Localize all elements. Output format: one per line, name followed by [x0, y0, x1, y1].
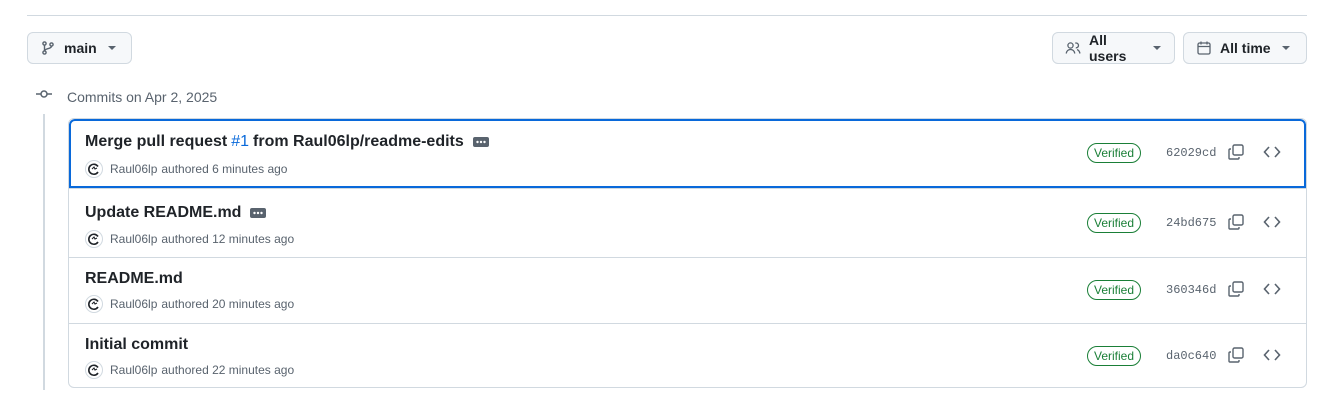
- time-filter-label: All time: [1220, 40, 1271, 56]
- commit-row[interactable]: Update README.md Raul06lp authored 12 mi…: [69, 188, 1306, 257]
- commit-time: authored 6 minutes ago: [161, 162, 288, 176]
- code-icon[interactable]: [1263, 213, 1281, 231]
- author-link[interactable]: Raul06lp: [110, 297, 157, 311]
- author-link[interactable]: Raul06lp: [110, 363, 157, 377]
- commit-group-title: Commits on Apr 2, 2025: [67, 88, 218, 105]
- time-filter-button[interactable]: All time: [1183, 32, 1307, 64]
- commit-time: authored 20 minutes ago: [161, 297, 295, 311]
- avatar[interactable]: [85, 160, 103, 178]
- commit-sha-link[interactable]: 24bd675: [1166, 216, 1216, 230]
- verified-badge[interactable]: Verified: [1087, 143, 1142, 163]
- commit-time: authored 22 minutes ago: [161, 363, 295, 377]
- copy-icon[interactable]: [1227, 280, 1245, 298]
- commit-row[interactable]: README.md Raul06lp authored 20 minutes a…: [69, 257, 1306, 323]
- avatar[interactable]: [85, 230, 103, 248]
- commit-group-header: Commits on Apr 2, 2025: [36, 86, 217, 107]
- commit-meta: Raul06lp authored 20 minutes ago: [85, 295, 294, 313]
- avatar[interactable]: [85, 361, 103, 379]
- copy-icon[interactable]: [1227, 346, 1245, 364]
- git-branch-icon: [40, 40, 56, 56]
- branch-selector-button[interactable]: main: [27, 32, 132, 64]
- commit-meta: Raul06lp authored 12 minutes ago: [85, 230, 294, 248]
- ellipsis-expand-button[interactable]: [472, 137, 489, 147]
- code-icon[interactable]: [1263, 346, 1281, 364]
- avatar[interactable]: [85, 295, 103, 313]
- verified-badge[interactable]: Verified: [1087, 213, 1142, 233]
- commit-title[interactable]: Initial commit: [85, 336, 188, 354]
- commit-title[interactable]: README.md: [85, 270, 183, 288]
- commit-row[interactable]: Initial commit Raul06lp authored 22 minu…: [69, 323, 1306, 387]
- author-link[interactable]: Raul06lp: [110, 162, 157, 176]
- commit-sha-link[interactable]: 62029cd: [1166, 146, 1216, 160]
- commit-list: Merge pull request #1 from Raul06lp/read…: [68, 118, 1307, 388]
- chevron-down-icon: [107, 45, 117, 51]
- verified-badge[interactable]: Verified: [1087, 346, 1142, 366]
- chevron-down-icon: [1281, 45, 1291, 51]
- users-filter-button[interactable]: All users: [1052, 32, 1175, 64]
- commit-title-text[interactable]: from Raul06lp/readme-edits: [253, 133, 464, 151]
- commit-row[interactable]: Merge pull request #1 from Raul06lp/read…: [69, 119, 1306, 188]
- commit-title-text[interactable]: Merge pull request: [85, 133, 227, 151]
- chevron-down-icon: [1152, 45, 1162, 51]
- author-link[interactable]: Raul06lp: [110, 232, 157, 246]
- commit-time: authored 12 minutes ago: [161, 232, 295, 246]
- people-icon: [1065, 40, 1081, 56]
- git-commit-icon: [36, 86, 52, 107]
- commit-title-text[interactable]: Update README.md: [85, 204, 241, 222]
- timeline-line: [43, 114, 45, 390]
- pull-request-link[interactable]: #1: [231, 133, 249, 151]
- commit-title[interactable]: Merge pull request #1 from Raul06lp/read…: [85, 133, 489, 151]
- ellipsis-expand-button[interactable]: [250, 208, 267, 218]
- copy-icon[interactable]: [1227, 213, 1245, 231]
- commit-meta: Raul06lp authored 22 minutes ago: [85, 361, 294, 379]
- top-divider: [27, 15, 1307, 16]
- code-icon[interactable]: [1263, 143, 1281, 161]
- commit-sha-link[interactable]: 360346d: [1166, 283, 1216, 297]
- commit-title-text[interactable]: Initial commit: [85, 336, 188, 354]
- commit-title-text[interactable]: README.md: [85, 270, 183, 288]
- commit-sha-link[interactable]: da0c640: [1166, 349, 1216, 363]
- code-icon[interactable]: [1263, 280, 1281, 298]
- calendar-icon: [1196, 40, 1212, 56]
- verified-badge[interactable]: Verified: [1087, 280, 1142, 300]
- branch-selector-label: main: [64, 40, 97, 56]
- commit-meta: Raul06lp authored 6 minutes ago: [85, 160, 287, 178]
- commit-title[interactable]: Update README.md: [85, 204, 267, 222]
- copy-icon[interactable]: [1227, 143, 1245, 161]
- users-filter-label: All users: [1089, 32, 1127, 64]
